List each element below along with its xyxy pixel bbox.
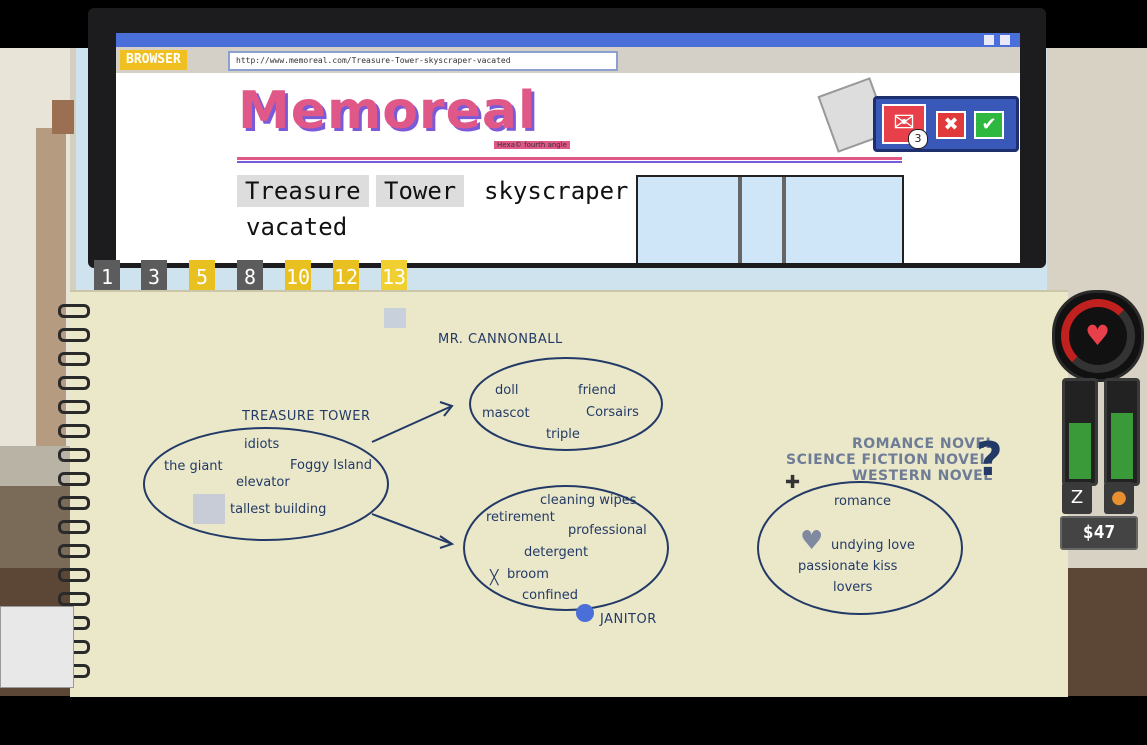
minimize-icon[interactable]: [984, 35, 994, 45]
word-confined[interactable]: confined: [522, 588, 578, 603]
tab-shadow: [384, 308, 406, 328]
word-retirement[interactable]: retirement: [486, 510, 555, 525]
reject-button[interactable]: ✖: [936, 111, 966, 139]
word-cleaning-wipes[interactable]: cleaning wipes: [540, 493, 636, 508]
header-rule: [237, 157, 902, 160]
notebook-tab-3[interactable]: 3: [141, 260, 167, 294]
headline-word-treasure[interactable]: Treasure: [237, 175, 369, 207]
water-tower: [52, 100, 74, 134]
option-science-fiction-novel[interactable]: SCIENCE FICTION NOVEL: [786, 452, 989, 468]
word-romance[interactable]: romance: [834, 494, 891, 509]
word-elevator[interactable]: elevator: [236, 475, 290, 490]
notebook-tab-1[interactable]: 1: [94, 260, 120, 294]
browser-label: BROWSER: [120, 50, 187, 70]
crosshair-cursor-icon: ✚: [785, 472, 801, 493]
food-meter-fill: [1111, 413, 1133, 479]
word-the-giant[interactable]: the giant: [164, 459, 223, 474]
word-broom[interactable]: broom: [507, 567, 549, 582]
notebook-tab-8[interactable]: 8: [237, 260, 263, 294]
health-dial: ♥: [1052, 290, 1144, 382]
mail-panel: ✉ 3 ✖ ✔: [873, 96, 1019, 152]
stamp-sketch: [0, 606, 74, 688]
option-romance-novel[interactable]: ROMANCE NOVEL: [852, 436, 995, 452]
sleep-meter: [1062, 378, 1098, 486]
mail-count-badge: 3: [908, 129, 928, 149]
word-triple[interactable]: triple: [546, 427, 580, 442]
word-friend[interactable]: friend: [578, 383, 616, 398]
sleep-icon[interactable]: Z: [1062, 482, 1092, 514]
janitor-title[interactable]: JANITOR: [600, 612, 657, 627]
food-meter: [1104, 378, 1140, 486]
title-bar: [116, 33, 1020, 47]
word-passionate-kiss[interactable]: passionate kiss: [798, 559, 897, 574]
word-idiots[interactable]: idiots: [244, 437, 279, 452]
accept-button[interactable]: ✔: [974, 111, 1004, 139]
headline-word-tower[interactable]: Tower: [376, 175, 465, 207]
word-detergent[interactable]: detergent: [524, 545, 588, 560]
notebook-tab-12[interactable]: 12: [333, 260, 359, 294]
close-window-icon[interactable]: [1000, 35, 1010, 45]
headline-line-2[interactable]: vacated: [246, 213, 347, 241]
option-western-novel[interactable]: WESTERN NOVEL: [852, 468, 993, 484]
heart-sketch-icon: ♥: [800, 526, 824, 556]
word-undying-love[interactable]: undying love: [831, 538, 915, 553]
site-subtitle: Hexa© fourth angle: [494, 141, 570, 149]
word-foggy-island[interactable]: Foggy Island: [290, 458, 372, 473]
treasure-title[interactable]: TREASURE TOWER: [242, 409, 371, 424]
cannonball-title[interactable]: MR. CANNONBALL: [438, 332, 563, 347]
header-rule-2: [237, 161, 902, 163]
tower-image: [738, 177, 786, 263]
broom-icon: ╳: [490, 570, 499, 586]
site-logo: Memoreal: [238, 81, 537, 141]
word-lovers[interactable]: lovers: [833, 580, 872, 595]
address-bar: BROWSER http://www.memoreal.com/Treasure…: [116, 47, 1020, 73]
food-icon[interactable]: ●: [1104, 482, 1134, 514]
word-tallest-building[interactable]: tallest building: [230, 502, 326, 517]
sleep-meter-fill: [1069, 423, 1091, 479]
headline-word-skyscraper[interactable]: skyscraper: [476, 175, 637, 207]
solved-badge-icon: [576, 604, 594, 622]
question-mark: ?: [976, 432, 1003, 486]
notebook-tab-10[interactable]: 10: [285, 260, 311, 294]
building-sketch-icon: [193, 494, 225, 524]
notebook-tab-5[interactable]: 5: [189, 260, 215, 294]
word-corsairs[interactable]: Corsairs: [586, 405, 639, 420]
money-counter: $47: [1060, 516, 1138, 550]
word-professional[interactable]: professional: [568, 523, 647, 538]
word-doll[interactable]: doll: [495, 383, 518, 398]
url-field[interactable]: http://www.memoreal.com/Treasure-Tower-s…: [228, 51, 618, 71]
heart-icon: ♥: [1085, 319, 1111, 352]
word-mascot[interactable]: mascot: [482, 406, 530, 421]
article-photo: [636, 175, 904, 263]
